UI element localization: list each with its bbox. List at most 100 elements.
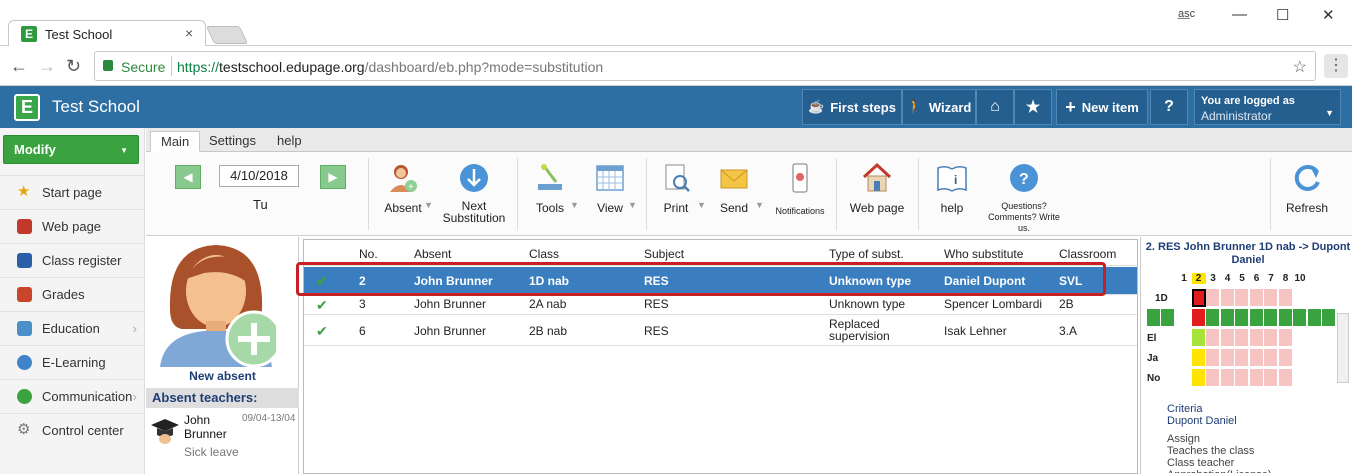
grid-cell[interactable] (1235, 349, 1249, 367)
grid-cell[interactable] (1249, 309, 1264, 327)
grid-cell[interactable] (1177, 369, 1191, 387)
new-item-button[interactable]: + New item (1056, 89, 1148, 125)
grid-cell[interactable] (1177, 349, 1191, 367)
grid-cell[interactable] (1147, 309, 1161, 327)
grid-cell[interactable] (1235, 289, 1249, 307)
user-menu[interactable]: You are logged as Administrator ▼ (1194, 89, 1341, 125)
browser-tab[interactable]: E Test School × (8, 20, 206, 47)
sidebar-item-start-page[interactable]: ★ Start page (0, 175, 145, 209)
grid-cell[interactable] (1177, 329, 1191, 347)
grid-cell[interactable] (1264, 329, 1278, 347)
grid-cell[interactable] (1206, 309, 1220, 327)
grid-cell[interactable] (1220, 349, 1235, 367)
grid-cell[interactable] (1191, 369, 1206, 387)
grid-cell[interactable] (1249, 329, 1264, 347)
grid-cell[interactable] (1307, 309, 1322, 327)
grid-cell[interactable] (1220, 369, 1235, 387)
favorites-button[interactable]: ★ (1014, 89, 1052, 125)
absent-teacher-name[interactable]: John Brunner (184, 413, 244, 441)
first-steps-button[interactable]: ☕ First steps (802, 89, 902, 125)
tab-main[interactable]: Main (150, 131, 201, 152)
grid-cell[interactable] (1191, 329, 1206, 347)
next-substitution-button[interactable]: Next Substitution (440, 162, 508, 224)
grid-cell[interactable] (1191, 309, 1206, 327)
home-button[interactable]: ⌂ (976, 89, 1014, 125)
col-header-absent[interactable]: Absent (414, 247, 451, 261)
refresh-button[interactable]: Refresh (1282, 162, 1332, 215)
close-window-icon[interactable]: ✕ (1322, 6, 1335, 24)
grid-scrollbar[interactable] (1337, 313, 1349, 383)
view-button[interactable]: View (590, 162, 630, 215)
tab-help[interactable]: help (267, 131, 312, 152)
help-ribbon-button[interactable]: i help (934, 162, 970, 215)
new-absent-label[interactable]: New absent (146, 369, 299, 383)
grid-cell[interactable] (1264, 289, 1278, 307)
col-header-class[interactable]: Class (529, 247, 559, 261)
next-day-button[interactable]: ▶ (320, 165, 346, 189)
grid-cell[interactable] (1307, 349, 1322, 367)
grid-cell[interactable] (1264, 349, 1278, 367)
profile-badge[interactable]: a̲s̲c (1178, 8, 1195, 20)
send-button[interactable]: Send (716, 162, 752, 215)
prev-day-button[interactable]: ◀ (175, 165, 201, 189)
grid-cell[interactable] (1206, 289, 1220, 307)
help-button[interactable]: ? (1150, 89, 1188, 125)
maximize-icon[interactable]: ☐ (1276, 6, 1289, 24)
grid-cell[interactable] (1307, 329, 1322, 347)
col-header-subject[interactable]: Subject (644, 247, 684, 261)
url-field[interactable]: Secure https://testschool.edupage.org/da… (94, 51, 1316, 81)
notifications-button[interactable]: Notifications (772, 162, 828, 216)
browser-menu-icon[interactable]: ⋮ (1324, 54, 1348, 78)
grid-cell[interactable] (1278, 349, 1293, 367)
sidebar-item-web-page[interactable]: Web page (0, 209, 145, 243)
grid-cell[interactable] (1235, 309, 1249, 327)
tools-button[interactable]: Tools (530, 162, 570, 215)
minimize-icon[interactable]: — (1232, 6, 1247, 23)
reload-icon[interactable]: ↻ (66, 56, 81, 77)
grid-cell[interactable] (1220, 329, 1235, 347)
sidebar-item-class-register[interactable]: Class register (0, 243, 145, 277)
grid-cell[interactable] (1293, 289, 1307, 307)
grid-cell[interactable] (1293, 309, 1307, 327)
grid-cell[interactable] (1278, 309, 1293, 327)
sidebar-item-education[interactable]: Education › (0, 311, 145, 345)
col-header-type[interactable]: Type of subst. (829, 247, 904, 261)
web-page-button[interactable]: Web page (846, 162, 908, 215)
grid-cell[interactable] (1264, 309, 1278, 327)
new-tab-button[interactable] (205, 26, 249, 44)
grid-cell[interactable] (1293, 349, 1307, 367)
grid-cell[interactable] (1220, 289, 1235, 307)
grid-cell[interactable] (1191, 289, 1206, 307)
grid-cell[interactable] (1249, 349, 1264, 367)
table-row[interactable]: ✔ 3 John Brunner 2A nab RES Unknown type… (304, 295, 1137, 315)
grid-cell[interactable] (1278, 329, 1293, 347)
grid-cell[interactable] (1235, 369, 1249, 387)
questions-button[interactable]: ? Questions? Comments? Write us. (986, 162, 1062, 234)
col-header-who[interactable]: Who substitute (944, 247, 1023, 261)
grid-cell[interactable] (1278, 369, 1293, 387)
grid-cell[interactable] (1220, 309, 1235, 327)
grid-cell[interactable] (1322, 309, 1336, 327)
forward-icon[interactable]: → (38, 56, 56, 77)
grid-cell[interactable] (1206, 349, 1220, 367)
col-header-classroom[interactable]: Classroom (1059, 247, 1116, 261)
edupage-logo-icon[interactable]: E (14, 94, 40, 121)
new-absent-avatar-icon[interactable] (158, 239, 276, 367)
grid-cell[interactable] (1249, 289, 1264, 307)
wizard-button[interactable]: 🚶 Wizard (902, 89, 976, 125)
grid-cell[interactable] (1191, 349, 1206, 367)
grid-cell[interactable] (1264, 369, 1278, 387)
grid-cell[interactable] (1206, 329, 1220, 347)
bookmark-star-icon[interactable]: ☆ (1293, 57, 1307, 77)
sidebar-item-communication[interactable]: Communication › (0, 379, 145, 413)
grid-cell[interactable] (1278, 289, 1293, 307)
tab-settings[interactable]: Settings (199, 131, 266, 152)
sidebar-item-control-center[interactable]: ⚙ Control center (0, 413, 145, 447)
grid-cell[interactable] (1307, 289, 1322, 307)
back-icon[interactable]: ← (10, 56, 28, 77)
col-header-no[interactable]: No. (359, 247, 378, 261)
sidebar-item-e-learning[interactable]: E-Learning (0, 345, 145, 379)
date-field[interactable]: 4/10/2018 (219, 165, 299, 187)
absent-button[interactable]: + Absent (378, 162, 428, 215)
table-row[interactable]: ✔ 6 John Brunner 2B nab RES Replaced sup… (304, 316, 1137, 346)
